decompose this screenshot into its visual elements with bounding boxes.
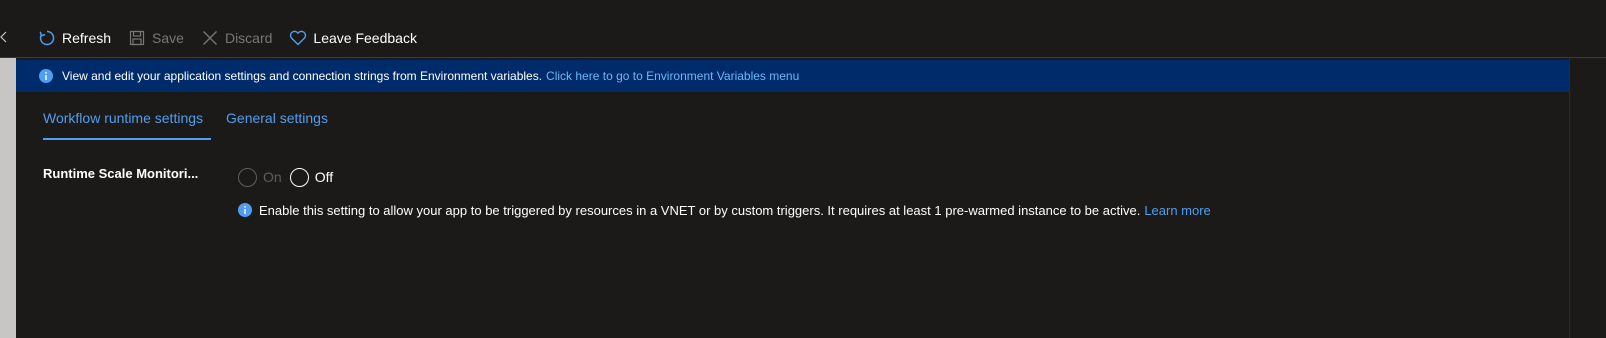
radio-off[interactable]: Off	[289, 167, 334, 187]
radio-off-label: Off	[314, 169, 334, 185]
heart-icon	[289, 29, 307, 47]
refresh-button[interactable]: Refresh	[38, 26, 111, 50]
info-banner: View and edit your application settings …	[16, 60, 1569, 92]
runtime-scale-monitoring-radio-group: On Off	[238, 166, 341, 188]
learn-more-link[interactable]: Learn more	[1144, 203, 1210, 218]
radio-on-circle	[238, 167, 257, 187]
toolbar-divider	[0, 57, 1606, 58]
setting-help: Enable this setting to allow your app to…	[238, 200, 1211, 220]
radio-off-circle	[289, 167, 309, 187]
app-settings-page: Refresh Save Discard Leave Feedback View…	[0, 0, 1606, 338]
discard-button[interactable]: Discard	[201, 26, 272, 50]
environment-variables-link[interactable]: Click here to go to Environment Variable…	[546, 69, 799, 83]
close-icon	[201, 29, 219, 47]
settings-tabs: Workflow runtime settings General settin…	[43, 104, 351, 140]
save-button[interactable]: Save	[128, 26, 184, 50]
leave-feedback-label: Leave Feedback	[313, 30, 417, 46]
collapse-chevron-icon[interactable]	[0, 30, 8, 44]
leave-feedback-button[interactable]: Leave Feedback	[289, 26, 417, 50]
info-icon	[238, 203, 252, 217]
tab-workflow-runtime-settings[interactable]: Workflow runtime settings	[43, 104, 212, 140]
banner-text: View and edit your application settings …	[62, 69, 543, 83]
info-icon	[39, 69, 53, 83]
save-icon	[128, 29, 146, 47]
save-label: Save	[152, 30, 184, 46]
command-bar: Refresh Save Discard Leave Feedback	[38, 26, 434, 50]
help-text: Enable this setting to allow your app to…	[259, 202, 1141, 218]
runtime-scale-monitoring-label: Runtime Scale Monitori...	[43, 166, 199, 181]
radio-on[interactable]: On	[238, 167, 282, 187]
discard-label: Discard	[224, 30, 273, 46]
refresh-icon	[38, 29, 56, 47]
radio-on-label: On	[263, 169, 282, 185]
vertical-scrollbar[interactable]	[1569, 58, 1606, 338]
refresh-label: Refresh	[62, 30, 112, 46]
left-scroll-rail[interactable]	[0, 58, 16, 338]
tab-general-settings[interactable]: General settings	[226, 104, 328, 140]
